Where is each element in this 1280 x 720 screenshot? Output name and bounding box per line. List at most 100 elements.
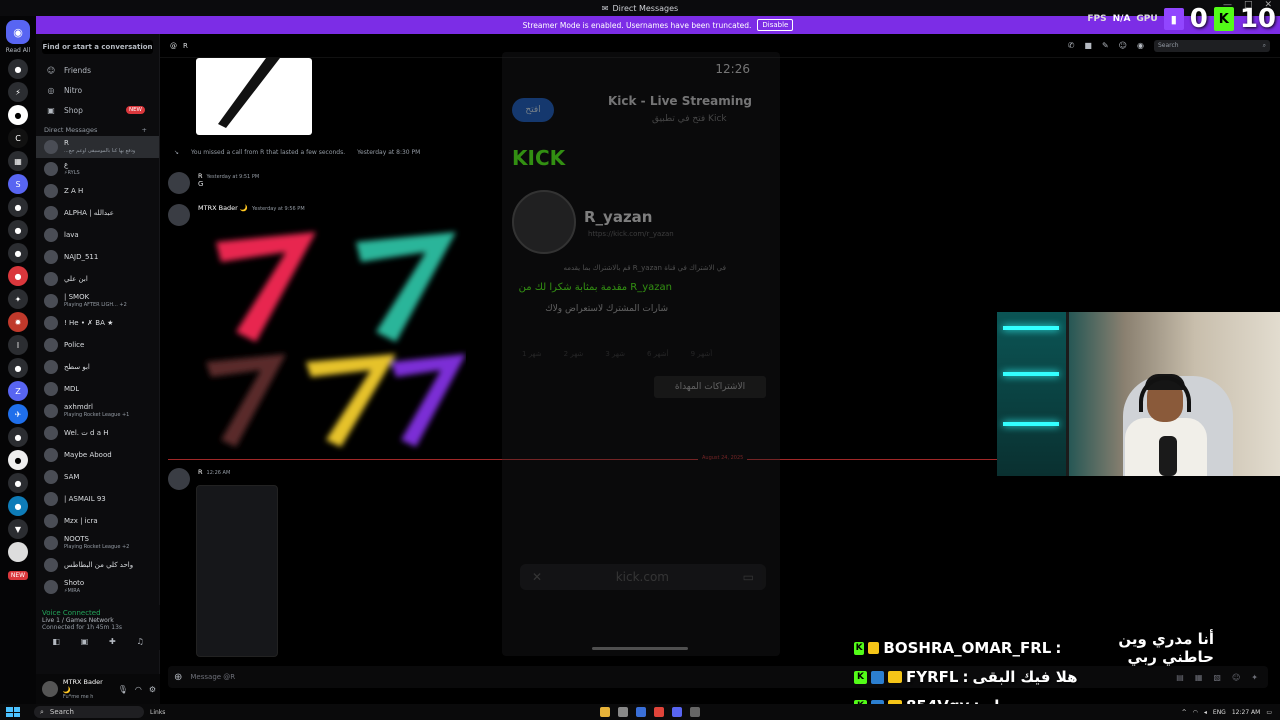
dm-item[interactable]: axhmdrl Playing Rocket League +1 xyxy=(36,400,159,422)
server-icon[interactable]: ● xyxy=(8,197,28,217)
dm-item[interactable]: Z A H xyxy=(36,180,159,202)
app-icon[interactable] xyxy=(618,707,628,717)
camera-icon[interactable]: ◧ xyxy=(52,637,60,646)
dm-item[interactable]: SAM xyxy=(36,466,159,488)
message: R Yesterday at 9:51 PM G xyxy=(168,172,259,194)
dm-item[interactable]: Maybe Abood xyxy=(36,444,159,466)
server-icon[interactable]: ▦ xyxy=(8,151,28,171)
chevron-up-icon[interactable]: ^ xyxy=(1182,709,1187,716)
dm-item[interactable]: ! He • ✗ BA ★ xyxy=(36,312,159,334)
soundboard-icon[interactable]: ♫ xyxy=(136,637,143,646)
apps-icon[interactable]: ✦ xyxy=(1251,673,1258,682)
dm-item[interactable]: ع ⚡RYLS xyxy=(36,158,159,180)
clock[interactable]: 12:27 AM xyxy=(1232,709,1260,716)
month-tier: 1 شهر xyxy=(522,350,542,358)
gifted-subs-button: الاشتراكات المهداة xyxy=(654,376,766,398)
nav-friends[interactable]: ☺ Friends xyxy=(36,60,159,80)
sevens-image-attachment[interactable] xyxy=(196,222,466,452)
pin-icon[interactable]: ✎ xyxy=(1102,41,1109,50)
server-icon[interactable]: ● xyxy=(8,358,28,378)
dm-item[interactable]: | SMOK Playing AFTER LIGH... +2 xyxy=(36,290,159,312)
emoji-icon[interactable]: ☺ xyxy=(1232,673,1240,682)
server-icon[interactable]: ● xyxy=(8,243,28,263)
dm-item[interactable]: Shoto ⚡MIRA xyxy=(36,576,159,598)
dm-item[interactable]: ALPHA | عبدالله xyxy=(36,202,159,224)
avatar[interactable] xyxy=(42,681,58,697)
add-attachment-icon[interactable]: ⊕ xyxy=(174,672,182,683)
avatar[interactable] xyxy=(168,172,190,194)
message-author[interactable]: R xyxy=(198,468,203,476)
server-icon[interactable] xyxy=(8,542,28,562)
avatar[interactable] xyxy=(168,468,190,490)
dm-item[interactable]: ابن علي xyxy=(36,268,159,290)
find-conversation-input[interactable]: Find or start a conversation xyxy=(42,40,153,54)
taskbar-search[interactable]: ⌕ Search xyxy=(34,706,144,718)
server-icon[interactable]: ✹ xyxy=(8,312,28,332)
wifi-icon[interactable]: ◠ xyxy=(1193,709,1198,716)
discord-icon[interactable] xyxy=(672,707,682,717)
dm-item[interactable]: MDL xyxy=(36,378,159,400)
create-dm-button[interactable]: + xyxy=(142,126,147,134)
volume-icon[interactable]: ◂ xyxy=(1204,709,1207,716)
dm-item[interactable]: Wel. ت d a H xyxy=(36,422,159,444)
dm-item[interactable]: Police xyxy=(36,334,159,356)
call-icon[interactable]: ✆ xyxy=(1068,41,1075,50)
dm-item[interactable]: NAJD_511 xyxy=(36,246,159,268)
server-icon[interactable]: ● xyxy=(8,59,28,79)
server-icon[interactable]: ✦ xyxy=(8,289,28,309)
dm-item[interactable]: واحد كلي من البطاطس xyxy=(36,554,159,576)
server-icon[interactable]: ● xyxy=(8,450,28,470)
search-input[interactable]: Search ⌕ xyxy=(1154,39,1270,52)
server-icon[interactable]: ● xyxy=(8,105,28,125)
chevron-down-icon[interactable]: ▼ xyxy=(8,519,28,539)
nav-shop[interactable]: ▣ Shop NEW xyxy=(36,100,159,120)
app-icon[interactable] xyxy=(690,707,700,717)
server-icon[interactable]: ⚡ xyxy=(8,82,28,102)
mic-icon[interactable]: 🎙 xyxy=(118,685,128,694)
discord-home-icon[interactable]: ◉ xyxy=(6,20,30,44)
nav-nitro[interactable]: ◎ Nitro xyxy=(36,80,159,100)
dm-item[interactable]: R ...ودفع بها كنا بالموسيقى اوعم جع xyxy=(36,136,159,158)
headphones-icon[interactable]: ◠ xyxy=(135,685,142,694)
chrome-icon[interactable] xyxy=(654,707,664,717)
dm-item[interactable]: | ASMAIL 93 xyxy=(36,488,159,510)
read-all-button[interactable]: Read All xyxy=(6,47,30,54)
server-icon[interactable]: ● xyxy=(8,266,28,286)
message-author[interactable]: R xyxy=(198,172,203,180)
notification-icon[interactable]: ▭ xyxy=(1266,709,1272,716)
avatar xyxy=(44,470,58,484)
screen-share-icon[interactable]: ▣ xyxy=(81,637,89,646)
add-friend-icon[interactable]: ☺ xyxy=(1119,41,1127,50)
message-author[interactable]: MTRX Bader 🌙 xyxy=(198,204,248,212)
dm-item[interactable]: ابو سطح xyxy=(36,356,159,378)
server-icon[interactable]: C xyxy=(8,128,28,148)
server-icon[interactable]: Z xyxy=(8,381,28,401)
app-icon[interactable] xyxy=(636,707,646,717)
profile-icon[interactable]: ◉ xyxy=(1137,41,1144,50)
server-icon[interactable]: ✈ xyxy=(8,404,28,424)
screenshot-attachment[interactable] xyxy=(196,485,278,657)
server-icon[interactable]: ● xyxy=(8,427,28,447)
dm-item[interactable]: Mzx | icra xyxy=(36,510,159,532)
banner-text: Streamer Mode is enabled. Usernames have… xyxy=(522,20,752,30)
language-indicator[interactable]: ENG xyxy=(1213,709,1226,716)
video-icon[interactable]: ■ xyxy=(1084,41,1092,50)
dm-item[interactable]: lava xyxy=(36,224,159,246)
file-explorer-icon[interactable] xyxy=(600,707,610,717)
gear-icon[interactable]: ⚙ xyxy=(149,685,156,694)
links-toolbar[interactable]: Links xyxy=(150,709,165,716)
sticker-icon[interactable]: ▧ xyxy=(1213,673,1221,682)
server-icon[interactable]: ● xyxy=(8,496,28,516)
shelf xyxy=(997,312,1069,476)
activity-icon[interactable]: ✚ xyxy=(109,637,116,646)
server-icon[interactable]: ● xyxy=(8,220,28,240)
server-icon[interactable]: ا xyxy=(8,335,28,355)
disable-streamer-mode-button[interactable]: Disable xyxy=(757,19,794,31)
server-icon[interactable]: ● xyxy=(8,473,28,493)
server-icon[interactable]: S xyxy=(8,174,28,194)
dm-item[interactable]: NOOTS Playing Rocket League +2 xyxy=(36,532,159,554)
voice-channel[interactable]: Live 1 / Games Network xyxy=(42,617,154,624)
image-attachment[interactable] xyxy=(196,58,312,135)
windows-start-icon[interactable] xyxy=(6,707,20,717)
avatar[interactable] xyxy=(168,204,190,226)
